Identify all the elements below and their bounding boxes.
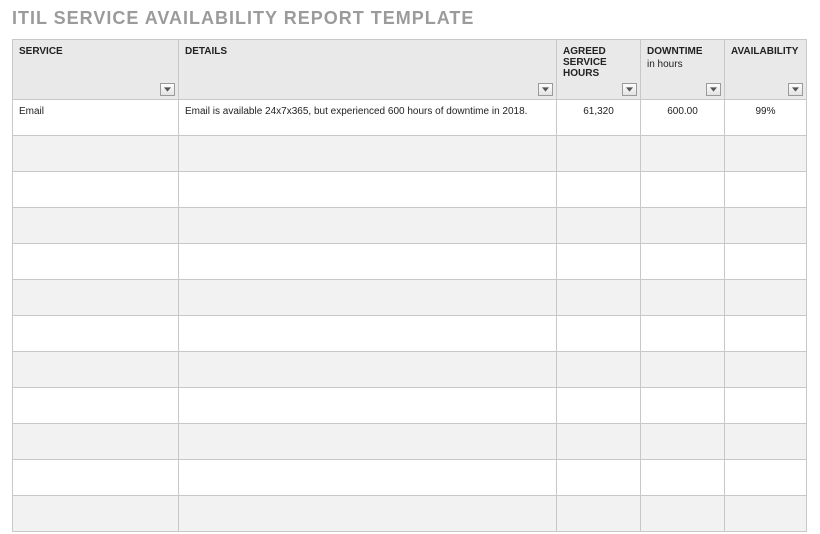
cell-empty — [13, 208, 179, 244]
cell-empty — [725, 244, 807, 280]
filter-hours-button[interactable] — [622, 83, 637, 96]
cell-empty — [725, 388, 807, 424]
filter-service-button[interactable] — [160, 83, 175, 96]
cell-empty — [179, 136, 557, 172]
table-row — [13, 316, 807, 352]
cell-availability: 99% — [725, 100, 807, 136]
cell-details: Email is available 24x7x365, but experie… — [179, 100, 557, 136]
cell-empty — [179, 280, 557, 316]
cell-empty — [557, 172, 641, 208]
page-title: ITIL SERVICE AVAILABILITY REPORT TEMPLAT… — [12, 8, 808, 29]
cell-empty — [641, 244, 725, 280]
filter-details-button[interactable] — [538, 83, 553, 96]
cell-empty — [725, 352, 807, 388]
cell-empty — [13, 460, 179, 496]
table-row — [13, 460, 807, 496]
header-downtime-label: DOWNTIME — [647, 46, 703, 57]
cell-empty — [13, 172, 179, 208]
cell-empty — [13, 244, 179, 280]
header-hours-label: AGREED SERVICE HOURS — [563, 46, 607, 79]
cell-empty — [557, 316, 641, 352]
cell-empty — [725, 280, 807, 316]
cell-empty — [557, 136, 641, 172]
header-hours: AGREED SERVICE HOURS — [557, 40, 641, 100]
cell-empty — [557, 424, 641, 460]
cell-empty — [725, 496, 807, 532]
cell-empty — [179, 496, 557, 532]
cell-empty — [179, 388, 557, 424]
cell-empty — [557, 244, 641, 280]
table-row — [13, 496, 807, 532]
cell-empty — [557, 208, 641, 244]
table-row — [13, 172, 807, 208]
table-row: Email Email is available 24x7x365, but e… — [13, 100, 807, 136]
cell-service: Email — [13, 100, 179, 136]
cell-empty — [641, 316, 725, 352]
header-details-label: DETAILS — [185, 46, 227, 57]
cell-empty — [641, 496, 725, 532]
header-downtime-sub: in hours — [647, 59, 718, 70]
cell-empty — [725, 208, 807, 244]
table-row — [13, 136, 807, 172]
cell-empty — [641, 280, 725, 316]
cell-empty — [557, 388, 641, 424]
cell-empty — [179, 172, 557, 208]
cell-empty — [13, 280, 179, 316]
cell-hours: 61,320 — [557, 100, 641, 136]
cell-downtime: 600.00 — [641, 100, 725, 136]
cell-empty — [641, 460, 725, 496]
filter-availability-button[interactable] — [788, 83, 803, 96]
cell-empty — [13, 496, 179, 532]
cell-empty — [557, 352, 641, 388]
header-service-label: SERVICE — [19, 46, 63, 57]
cell-empty — [641, 208, 725, 244]
cell-empty — [641, 352, 725, 388]
cell-empty — [725, 172, 807, 208]
cell-empty — [725, 316, 807, 352]
cell-empty — [641, 172, 725, 208]
table-row — [13, 388, 807, 424]
cell-empty — [13, 424, 179, 460]
header-availability-label: AVAILABILITY — [731, 46, 798, 57]
cell-empty — [13, 352, 179, 388]
cell-empty — [557, 460, 641, 496]
header-downtime: DOWNTIME in hours — [641, 40, 725, 100]
cell-empty — [179, 208, 557, 244]
cell-empty — [179, 460, 557, 496]
availability-table: SERVICE DETAILS AGREED SERVICE HOURS DOW… — [12, 39, 807, 532]
header-availability: AVAILABILITY — [725, 40, 807, 100]
table-row — [13, 424, 807, 460]
cell-empty — [13, 388, 179, 424]
cell-empty — [13, 136, 179, 172]
table-row — [13, 280, 807, 316]
cell-empty — [725, 460, 807, 496]
cell-empty — [179, 316, 557, 352]
cell-empty — [725, 424, 807, 460]
header-service: SERVICE — [13, 40, 179, 100]
table-row — [13, 352, 807, 388]
cell-empty — [179, 244, 557, 280]
cell-empty — [179, 424, 557, 460]
header-details: DETAILS — [179, 40, 557, 100]
cell-empty — [641, 136, 725, 172]
cell-empty — [557, 280, 641, 316]
cell-empty — [179, 352, 557, 388]
cell-empty — [641, 388, 725, 424]
table-row — [13, 208, 807, 244]
cell-empty — [13, 316, 179, 352]
table-row — [13, 244, 807, 280]
filter-downtime-button[interactable] — [706, 83, 721, 96]
cell-empty — [641, 424, 725, 460]
cell-empty — [725, 136, 807, 172]
cell-empty — [557, 496, 641, 532]
